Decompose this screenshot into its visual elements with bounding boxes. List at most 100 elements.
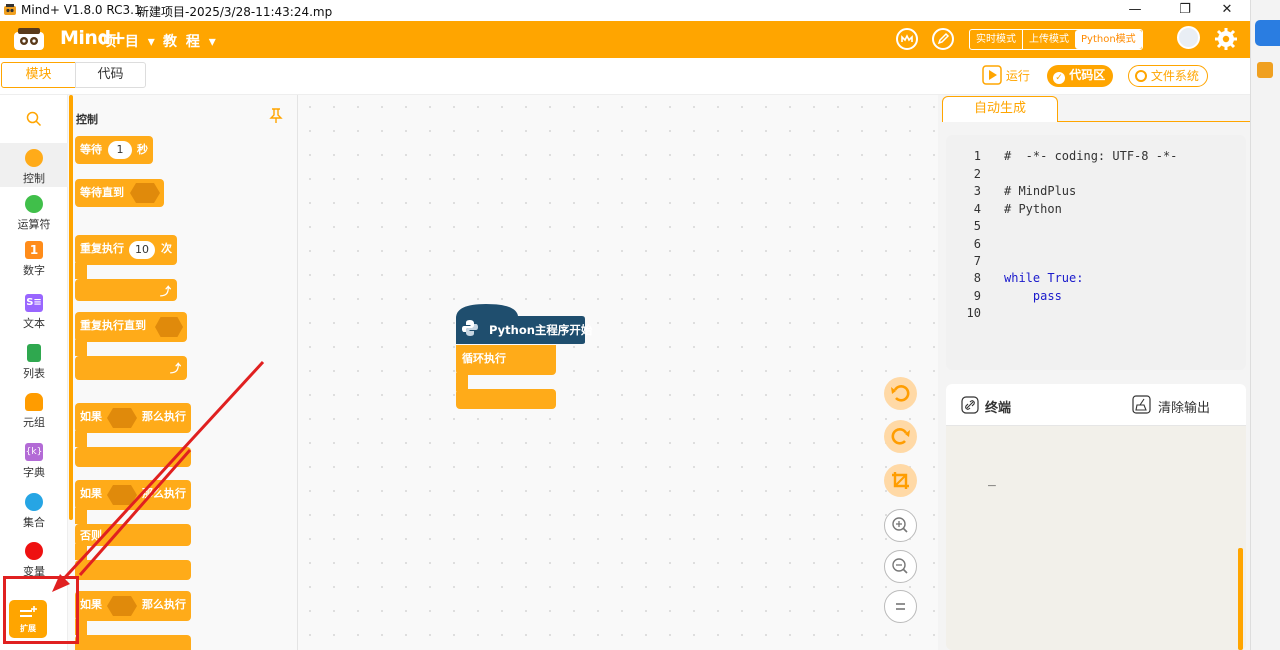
side-mindplus-icon[interactable] bbox=[1257, 62, 1273, 78]
text-icon: S≡ bbox=[25, 294, 43, 312]
operators-dot-icon bbox=[25, 195, 43, 213]
block-if-then-2[interactable]: 如果 那么执行 bbox=[75, 591, 191, 621]
mode-upload[interactable]: 上传模式 bbox=[1023, 30, 1075, 49]
block-wait[interactable]: 等待 1 秒 bbox=[75, 136, 153, 164]
condition-slot[interactable] bbox=[130, 183, 160, 203]
mind-icon[interactable] bbox=[896, 28, 918, 50]
lock-icon bbox=[25, 393, 43, 411]
app-logo-icon bbox=[4, 4, 16, 15]
control-dot-icon bbox=[25, 149, 43, 167]
restore-button[interactable]: ❐ bbox=[1162, 0, 1208, 21]
redo-button[interactable] bbox=[884, 420, 917, 453]
target-icon bbox=[1135, 70, 1147, 82]
sub-toolbar: 模块 代码 运行 ✓ 代码区 文件系统 bbox=[0, 58, 1250, 95]
block-repeat[interactable]: 重复执行 10 次 bbox=[75, 235, 177, 265]
top-navigation: Mind+ 项 目 ▾ 教 程 ▾ 实时模式 上传模式 Python模式 bbox=[0, 21, 1250, 58]
category-variable[interactable]: 变量 bbox=[0, 542, 68, 578]
block-input[interactable]: 10 bbox=[129, 241, 155, 259]
condition-slot[interactable] bbox=[107, 485, 137, 505]
line-number: 1 bbox=[973, 149, 981, 163]
mode-switcher: 实时模式 上传模式 Python模式 bbox=[969, 29, 1143, 50]
palette-scrollbar[interactable] bbox=[69, 95, 73, 520]
forever-block[interactable]: 循环执行 bbox=[456, 345, 556, 375]
tab-auto-generated[interactable]: 自动生成 bbox=[942, 96, 1058, 122]
category-operators[interactable]: 运算符 bbox=[0, 195, 68, 232]
mode-realtime[interactable]: 实时模式 bbox=[970, 30, 1022, 49]
undo-button[interactable] bbox=[884, 377, 917, 410]
block-input[interactable]: 1 bbox=[108, 141, 132, 159]
terminal-panel: 终端 清除输出 _ bbox=[946, 384, 1246, 650]
mode-python[interactable]: Python模式 bbox=[1075, 30, 1142, 49]
condition-slot[interactable] bbox=[107, 596, 137, 616]
category-number[interactable]: 1 数字 bbox=[0, 241, 68, 278]
code-line: pass bbox=[1004, 289, 1062, 303]
play-icon bbox=[982, 65, 1002, 85]
code-editor[interactable] bbox=[946, 135, 1246, 370]
minimize-button[interactable]: — bbox=[1112, 0, 1158, 21]
category-set[interactable]: 集合 bbox=[0, 493, 68, 530]
list-icon bbox=[27, 344, 41, 362]
menu-project[interactable]: 项 目 ▾ bbox=[102, 31, 157, 51]
block-text: 次 bbox=[161, 242, 172, 255]
code-line: # MindPlus bbox=[1004, 184, 1077, 198]
side-app-icon[interactable] bbox=[1255, 20, 1280, 46]
title-bar: Mind+ V1.8.0 RC3.1 新建项目-2025/3/28-11:43:… bbox=[0, 0, 1250, 21]
python-logo-icon bbox=[462, 320, 478, 336]
category-tuple[interactable]: 元组 bbox=[0, 393, 68, 430]
file-system-button[interactable]: 文件系统 bbox=[1128, 65, 1208, 87]
condition-slot[interactable] bbox=[155, 317, 183, 337]
tab-code[interactable]: 代码 bbox=[75, 62, 146, 88]
category-text[interactable]: S≡ 文本 bbox=[0, 294, 68, 331]
loop-arrow-icon: ⤴ bbox=[160, 285, 171, 298]
zoom-in-icon bbox=[892, 517, 908, 533]
terminal-title: 终端 bbox=[985, 401, 1012, 416]
block-text: 如果 bbox=[80, 410, 102, 423]
category-dict[interactable]: {k} 字典 bbox=[0, 443, 68, 480]
reset-zoom-button[interactable] bbox=[884, 590, 917, 623]
block-if-else-arm bbox=[75, 508, 87, 524]
block-repeat-until[interactable]: 重复执行直到 bbox=[75, 312, 187, 342]
block-palette: 控制 等待 1 秒 等待直到 重复执行 10 次 ⤴ 重复执行直到 ⤴ 如果 那… bbox=[68, 95, 298, 650]
line-number: 2 bbox=[973, 167, 981, 181]
pin-icon[interactable] bbox=[269, 108, 283, 124]
menu-tutorial[interactable]: 教 程 ▾ bbox=[163, 31, 218, 51]
close-button[interactable]: ✕ bbox=[1204, 0, 1250, 21]
script-canvas[interactable] bbox=[298, 95, 938, 650]
line-number: 10 bbox=[966, 306, 981, 320]
condition-slot[interactable] bbox=[107, 408, 137, 428]
category-list[interactable]: 列表 bbox=[0, 344, 68, 381]
check-icon: ✓ bbox=[1053, 72, 1065, 84]
hat-label: Python主程序开始 bbox=[489, 323, 593, 337]
block-text: 重复执行 bbox=[80, 242, 124, 255]
mindplus-logo[interactable]: Mind+ bbox=[12, 26, 126, 53]
run-button[interactable]: 运行 bbox=[982, 65, 1038, 87]
terminal-scrollbar[interactable] bbox=[1238, 548, 1243, 650]
block-if-then[interactable]: 如果 那么执行 bbox=[75, 403, 191, 433]
zoom-out-button[interactable] bbox=[884, 550, 917, 583]
block-text: 如果 bbox=[80, 598, 102, 611]
broom-icon[interactable] bbox=[1132, 395, 1151, 414]
gear-icon[interactable] bbox=[1214, 27, 1238, 51]
terminal-cursor: _ bbox=[988, 472, 996, 487]
category-control[interactable]: 控制 bbox=[0, 143, 68, 187]
crop-button[interactable] bbox=[884, 464, 917, 497]
category-sidebar: 控制 运算符 1 数字 S≡ 文本 列表 元组 {k} 字典 集合 变量 bbox=[0, 95, 68, 650]
block-repeat-arm bbox=[75, 263, 87, 279]
search-icon[interactable] bbox=[26, 111, 42, 127]
block-text: 如果 bbox=[80, 487, 102, 500]
number-icon: 1 bbox=[25, 241, 43, 259]
side-window-strip bbox=[1250, 0, 1280, 650]
block-if-2-foot bbox=[75, 635, 191, 650]
palette-heading: 控制 bbox=[76, 113, 98, 126]
code-area-button[interactable]: ✓ 代码区 bbox=[1047, 65, 1114, 87]
tab-underline bbox=[1058, 121, 1250, 122]
block-if-else[interactable]: 如果 那么执行 bbox=[75, 480, 191, 510]
tab-blocks[interactable]: 模块 bbox=[1, 62, 76, 88]
user-avatar[interactable] bbox=[1177, 26, 1200, 49]
project-title: 新建项目-2025/3/28-11:43:24.mp bbox=[137, 5, 333, 19]
edit-icon[interactable] bbox=[932, 28, 954, 50]
zoom-in-button[interactable] bbox=[884, 509, 917, 542]
clear-output-button[interactable]: 清除输出 bbox=[1158, 397, 1210, 416]
block-wait-until[interactable]: 等待直到 bbox=[75, 179, 164, 207]
line-number: 8 bbox=[973, 271, 981, 285]
